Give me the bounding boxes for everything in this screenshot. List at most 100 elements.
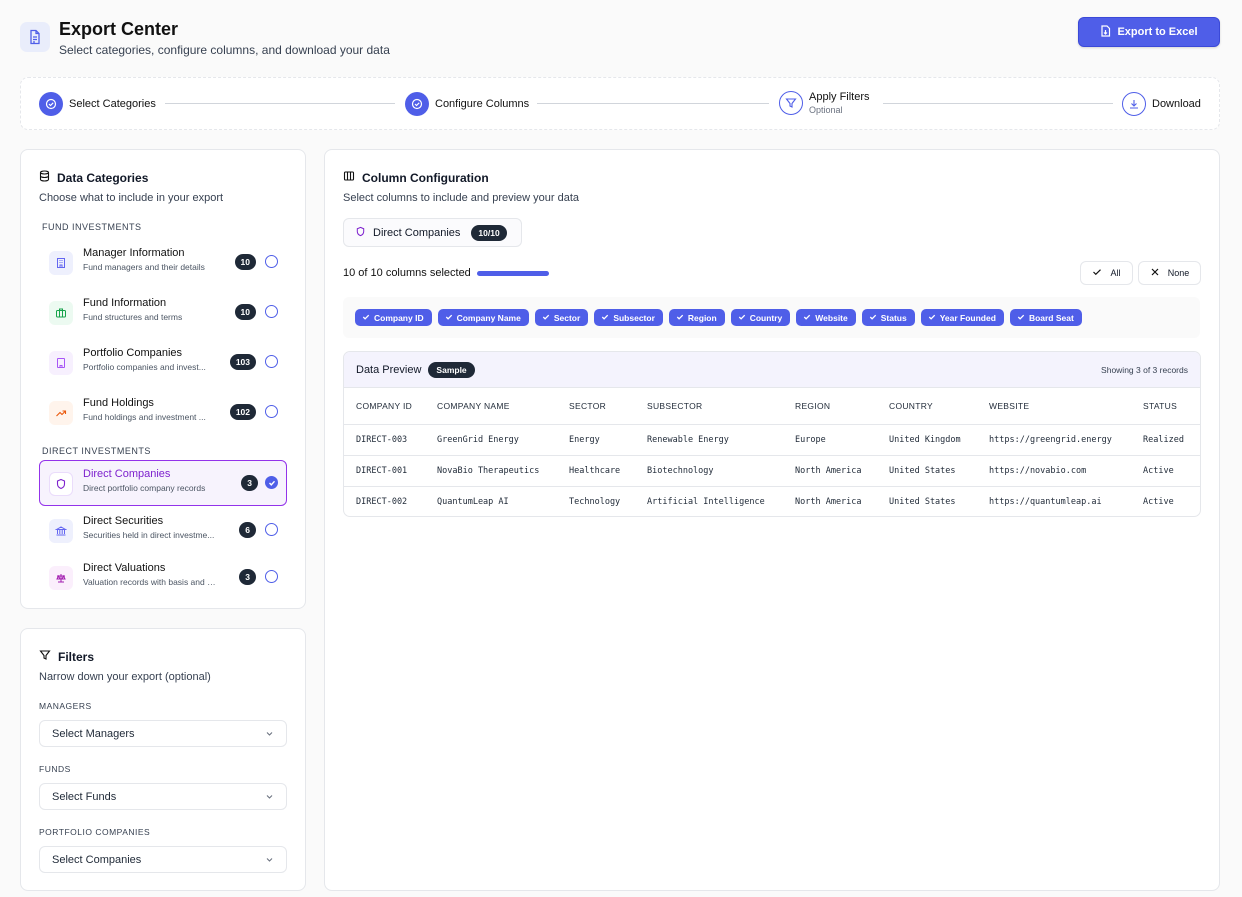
column-chip[interactable]: Subsector [594,309,663,326]
column-chip[interactable]: Country [730,309,791,326]
table-row: DIRECT-003 GreenGrid Energy Energy Renewabl… [344,424,1200,456]
column-header[interactable]: COUNTRY [877,388,977,425]
scale-icon [49,566,73,590]
category-item-manager-information[interactable]: Manager Information Fund managers and th… [39,239,287,285]
column-chips: Company ID Company Name Sector Subsector Reg… [343,297,1200,338]
companies-select[interactable]: Select Companies [39,846,287,873]
managers-select[interactable]: Select Managers [39,720,287,747]
count-badge: 10 [234,304,256,320]
chevron-down-icon [265,792,274,804]
table-cell: GreenGrid Energy [425,424,557,456]
select-none-button[interactable]: None [1138,261,1201,285]
filters-panel: Filters Narrow down your export (optiona… [20,628,306,891]
step-apply-filters[interactable]: Apply Filters Optional [779,91,870,115]
radio-button[interactable] [265,405,278,418]
column-configuration-panel: Column Configuration Select columns to i… [324,149,1220,891]
section-label: FUND INVESTMENTS [42,222,142,232]
panel-description: Choose what to include in your export [39,192,224,204]
radio-button[interactable] [265,305,278,318]
category-item-fund-holdings[interactable]: Fund Holdings Fund holdings and investme… [39,389,287,435]
bank-icon [49,519,73,543]
column-chip[interactable]: Website [796,309,856,326]
table-cell: United Kingdom [877,424,977,456]
records-count: Showing 3 of 3 records [1101,365,1188,375]
field-label: PORTFOLIO COMPANIES [39,827,151,837]
column-chip[interactable]: Status [861,309,915,326]
category-item-direct-companies[interactable]: Direct Companies Direct portfolio compan… [39,460,287,506]
category-item-portfolio-companies[interactable]: Portfolio Companies Portfolio companies … [39,339,287,385]
radio-button[interactable] [265,523,278,536]
column-header[interactable]: REGION [783,388,877,425]
shield-icon [355,226,366,240]
panel-header: Column Configuration [343,170,489,185]
column-header[interactable]: WEBSITE [977,388,1131,425]
panel-header: Filters [39,649,94,664]
category-item-direct-valuations[interactable]: Direct Valuations Valuation records with… [39,554,287,600]
table-cell: DIRECT-001 [344,455,425,487]
check-icon [738,313,746,323]
radio-button[interactable] [265,255,278,268]
column-chip[interactable]: Company ID [355,309,432,326]
table-cell: Artificial Intelligence [647,496,765,507]
count-badge: 6 [239,522,256,538]
count-badge: 102 [229,404,256,420]
check-icon [676,313,684,323]
table-cell: Healthcare [557,455,635,487]
columns-progress-bar [477,271,549,276]
column-chip[interactable]: Year Founded [920,309,1004,326]
check-icon [362,313,370,323]
radio-button[interactable] [265,570,278,583]
chevron-down-icon [265,855,274,867]
step-connector [537,103,769,104]
column-header[interactable]: SECTOR [557,388,635,425]
table-cell: North America [795,496,862,507]
panel-description: Narrow down your export (optional) [39,671,211,683]
count-badge: 3 [241,475,258,491]
chevron-down-icon [265,729,274,741]
progress-stepper: Select Categories Configure Columns Appl… [20,77,1220,130]
panel-header: Data Categories [39,170,148,185]
check-icon [445,313,453,323]
funds-select[interactable]: Select Funds [39,783,287,810]
table-cell: Active [1143,496,1174,507]
preview-header: Data Preview Sample Showing 3 of 3 recor… [344,352,1200,388]
table-cell: Active [1131,455,1200,487]
tab-direct-companies[interactable]: Direct Companies 10/10 [343,218,522,247]
table-cell: NovaBio Therapeutics [425,455,557,487]
step-download[interactable]: Download [1122,92,1201,116]
columns-icon [343,170,355,185]
column-header[interactable]: STATUS [1131,388,1200,425]
count-badge: 10 [234,254,256,270]
check-icon [928,313,936,323]
radio-button[interactable] [265,355,278,368]
data-preview: Data Preview Sample Showing 3 of 3 recor… [343,351,1201,517]
file-export-icon [1100,24,1111,40]
page-title: Export Center [59,19,179,39]
category-item-direct-securities[interactable]: Direct Securities Securities held in dir… [39,507,287,553]
column-header[interactable]: SUBSECTOR [635,388,783,425]
column-chip[interactable]: Sector [534,309,589,326]
column-header[interactable]: COMPANY ID [344,388,425,425]
step-configure-columns[interactable]: Configure Columns [405,92,529,116]
sample-badge: Sample [428,361,475,378]
columns-selected-text: 10 of 10 columns selected [343,267,471,279]
column-chip[interactable]: Company Name [437,309,529,326]
preview-table: COMPANY ID COMPANY NAME SECTOR SUBSECTOR REG… [344,388,1200,516]
category-item-fund-information[interactable]: Fund Information Fund structures and ter… [39,289,287,335]
column-chip[interactable]: Region [668,309,725,326]
check-icon [1092,267,1102,279]
table-cell: North America [783,455,877,487]
check-icon[interactable] [265,476,278,489]
check-icon [1017,313,1025,323]
table-row: DIRECT-001 NovaBio Therapeutics Healthcare… [344,455,1200,487]
column-chip[interactable]: Board Seat [1009,309,1082,326]
check-circle-icon [39,92,63,116]
export-to-excel-button[interactable]: Export to Excel [1078,17,1220,47]
step-select-categories[interactable]: Select Categories [39,92,156,116]
close-icon [1150,267,1160,279]
step-connector [883,103,1113,104]
select-all-button[interactable]: All [1080,261,1133,285]
column-header[interactable]: COMPANY NAME [425,388,557,425]
table-cell: https://greengrid.energy [977,424,1131,456]
check-circle-icon [405,92,429,116]
